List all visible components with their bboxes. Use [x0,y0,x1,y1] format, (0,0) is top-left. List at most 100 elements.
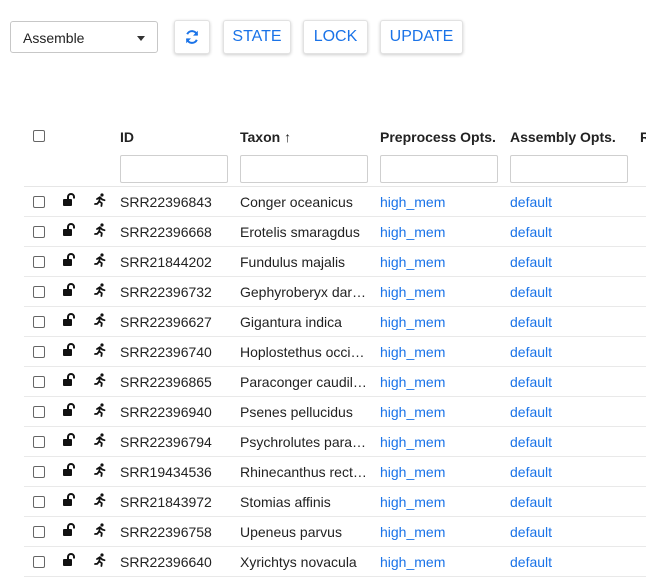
row-assembly-link[interactable]: default [510,344,552,360]
unlock-icon[interactable] [62,193,76,210]
row-id: SRR22396940 [120,404,212,420]
id-filter-input[interactable] [120,155,228,183]
unlock-icon[interactable] [62,523,76,540]
row-id: SRR22396758 [120,524,212,540]
row-assembly-link[interactable]: default [510,494,552,510]
row-preprocess-link[interactable]: high_mem [380,524,445,540]
row-assembly-link[interactable]: default [510,374,552,390]
unlock-icon[interactable] [62,313,76,330]
row-checkbox[interactable] [33,376,45,388]
row-preprocess-link[interactable]: high_mem [380,494,445,510]
unlock-icon[interactable] [62,283,76,300]
update-button[interactable]: UPDATE [380,20,463,54]
unlock-icon[interactable] [62,373,76,390]
table-row: SRR22396794 Psychrolutes para… high_mem def… [24,427,646,457]
table-body: SRR22396843 Conger oceanicus high_mem defau… [24,187,646,577]
row-checkbox[interactable] [33,526,45,538]
table-row: SRR22396940 Psenes pellucidus high_mem defa… [24,397,646,427]
row-checkbox[interactable] [33,496,45,508]
running-person-icon[interactable] [93,223,107,240]
row-checkbox[interactable] [33,316,45,328]
running-person-icon[interactable] [93,493,107,510]
refresh-button[interactable] [174,20,210,54]
running-person-icon[interactable] [93,343,107,360]
state-button[interactable]: STATE [223,20,291,54]
unlock-icon[interactable] [62,253,76,270]
row-assembly-link[interactable]: default [510,284,552,300]
row-preprocess-link[interactable]: high_mem [380,194,445,210]
preprocess-filter-input[interactable] [380,155,498,183]
row-checkbox[interactable] [33,286,45,298]
running-person-icon[interactable] [93,553,107,570]
running-person-icon[interactable] [93,253,107,270]
row-taxon: Erotelis smaragdus [240,224,360,240]
assembly-filter-input[interactable] [510,155,628,183]
col-more[interactable]: R [640,129,646,145]
row-checkbox[interactable] [33,256,45,268]
unlock-icon[interactable] [62,463,76,480]
row-checkbox[interactable] [33,196,45,208]
row-taxon: Paraconger caudil… [240,374,367,390]
row-assembly-link[interactable]: default [510,314,552,330]
row-checkbox[interactable] [33,466,45,478]
table-row: SRR21843972 Stomias affinis high_mem defaul… [24,487,646,517]
row-preprocess-link[interactable]: high_mem [380,404,445,420]
row-assembly-link[interactable]: default [510,464,552,480]
running-person-icon[interactable] [93,283,107,300]
caret-down-icon [137,36,145,41]
running-person-icon[interactable] [93,193,107,210]
col-taxon[interactable]: Taxon ↑ [240,129,291,145]
running-person-icon[interactable] [93,433,107,450]
row-checkbox[interactable] [33,226,45,238]
row-assembly-link[interactable]: default [510,194,552,210]
row-taxon: Fundulus majalis [240,254,346,270]
row-assembly-link[interactable]: default [510,434,552,450]
row-taxon: Stomias affinis [240,494,331,510]
row-preprocess-link[interactable]: high_mem [380,314,445,330]
row-preprocess-link[interactable]: high_mem [380,254,445,270]
running-person-icon[interactable] [93,463,107,480]
row-assembly-link[interactable]: default [510,254,552,270]
row-preprocess-link[interactable]: high_mem [380,344,445,360]
lock-button[interactable]: LOCK [303,20,368,54]
row-preprocess-link[interactable]: high_mem [380,434,445,450]
table-row: SRR19434536 Rhinecanthus rect… high_mem def… [24,457,646,487]
col-assembly[interactable]: Assembly Opts. [510,129,616,145]
row-taxon: Gephyroberyx dar… [240,284,367,300]
row-preprocess-link[interactable]: high_mem [380,464,445,480]
running-person-icon[interactable] [93,403,107,420]
row-preprocess-link[interactable]: high_mem [380,284,445,300]
col-preprocess[interactable]: Preprocess Opts. [380,129,496,145]
row-checkbox[interactable] [33,346,45,358]
unlock-icon[interactable] [62,433,76,450]
taxon-filter-input[interactable] [240,155,368,183]
unlock-icon[interactable] [62,493,76,510]
running-person-icon[interactable] [93,313,107,330]
row-id: SRR22396668 [120,224,212,240]
select-all-checkbox[interactable] [33,130,45,142]
row-checkbox[interactable] [33,556,45,568]
row-preprocess-link[interactable]: high_mem [380,554,445,570]
row-id: SRR22396640 [120,554,212,570]
row-assembly-link[interactable]: default [510,404,552,420]
running-person-icon[interactable] [93,523,107,540]
action-select[interactable]: Assemble [10,21,158,53]
table-row: SRR22396668 Erotelis smaragdus high_mem def… [24,217,646,247]
row-assembly-link[interactable]: default [510,524,552,540]
unlock-icon[interactable] [62,223,76,240]
row-assembly-link[interactable]: default [510,554,552,570]
row-id: SRR22396627 [120,314,212,330]
row-checkbox[interactable] [33,406,45,418]
row-taxon: Conger oceanicus [240,194,353,210]
row-assembly-link[interactable]: default [510,224,552,240]
unlock-icon[interactable] [62,403,76,420]
row-id: SRR22396865 [120,374,212,390]
row-id: SRR21843972 [120,494,212,510]
unlock-icon[interactable] [62,553,76,570]
row-preprocess-link[interactable]: high_mem [380,374,445,390]
col-id[interactable]: ID [120,129,134,145]
unlock-icon[interactable] [62,343,76,360]
running-person-icon[interactable] [93,373,107,390]
row-preprocess-link[interactable]: high_mem [380,224,445,240]
row-checkbox[interactable] [33,436,45,448]
